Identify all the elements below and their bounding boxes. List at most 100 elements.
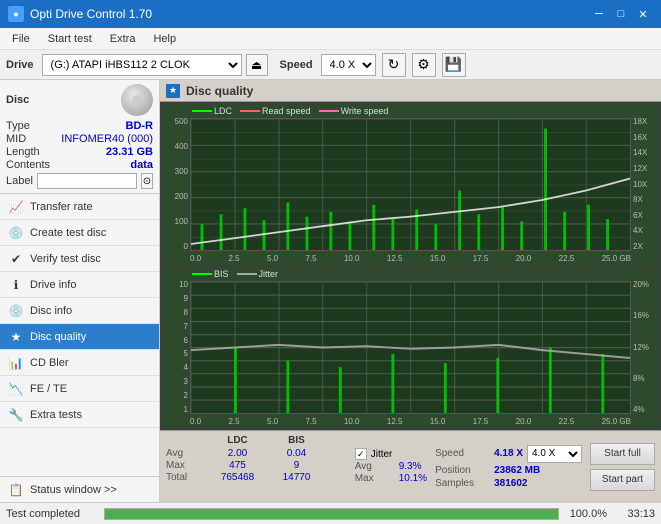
chart2-area bbox=[190, 281, 631, 414]
chart1-y-left: 500 400 300 200 100 0 bbox=[162, 118, 190, 251]
speed-row: Speed 4.18 X 4.0 X bbox=[435, 445, 582, 463]
sidebar-label-disc-quality: Disc quality bbox=[30, 331, 86, 343]
bis-legend: BIS bbox=[192, 269, 229, 279]
x1-0: 0.0 bbox=[190, 254, 201, 263]
extra-tests-icon: 🔧 bbox=[8, 407, 24, 423]
disc-label-input[interactable] bbox=[37, 173, 137, 189]
menu-help[interactable]: Help bbox=[145, 31, 184, 47]
sidebar-label-cd-bler: CD Bler bbox=[30, 357, 69, 369]
sidebar-item-extra-tests[interactable]: 🔧 Extra tests bbox=[0, 402, 159, 428]
x2-20: 20.0 bbox=[516, 417, 532, 426]
disc-info-panel: Disc Type BD-R MID INFOMER40 (000) Lengt… bbox=[0, 80, 159, 194]
sidebar-item-disc-info[interactable]: 💿 Disc info bbox=[0, 298, 159, 324]
menu-start-test[interactable]: Start test bbox=[40, 31, 100, 47]
chart2-legend: BIS Jitter bbox=[192, 269, 278, 279]
maximize-button[interactable]: □ bbox=[611, 5, 631, 23]
jitter-checkbox[interactable]: ✓ bbox=[355, 448, 367, 460]
start-part-button[interactable]: Start part bbox=[590, 469, 655, 491]
sidebar-item-drive-info[interactable]: ℹ Drive info bbox=[0, 272, 159, 298]
position-val: 23862 MB bbox=[494, 465, 540, 476]
sidebar-item-verify-test-disc[interactable]: ✔ Verify test disc bbox=[0, 246, 159, 272]
stats-empty-header bbox=[166, 435, 206, 446]
bis-color bbox=[192, 273, 212, 275]
write-label: Write speed bbox=[341, 106, 389, 116]
minimize-button[interactable]: ─ bbox=[589, 5, 609, 23]
avg-label: Avg bbox=[166, 448, 206, 459]
x1-20: 20.0 bbox=[516, 254, 532, 263]
y1r-6x: 6X bbox=[633, 212, 643, 220]
y1r-18x: 18X bbox=[633, 118, 647, 126]
y2-4: 4 bbox=[184, 364, 188, 372]
ldc-chart: LDC Read speed Write speed 500 400 30 bbox=[162, 104, 659, 265]
transfer-rate-icon: 📈 bbox=[8, 199, 24, 215]
settings-button[interactable]: ⚙ bbox=[412, 53, 436, 77]
speed-key: Speed bbox=[435, 448, 490, 459]
menu-file[interactable]: File bbox=[4, 31, 38, 47]
y2r-12: 12% bbox=[633, 344, 649, 352]
status-window-button[interactable]: 📋 Status window >> bbox=[0, 476, 159, 502]
y2-10: 10 bbox=[179, 281, 188, 289]
x1-10: 10.0 bbox=[344, 254, 360, 263]
bis-chart: BIS Jitter 10 9 8 7 6 5 4 3 bbox=[162, 267, 659, 428]
chart1-area bbox=[190, 118, 631, 251]
jitter-legend: Jitter bbox=[237, 269, 279, 279]
disc-type-row: Type BD-R bbox=[6, 120, 153, 132]
speed-dropdown[interactable]: 4.0 X bbox=[527, 445, 582, 463]
menu-extra[interactable]: Extra bbox=[102, 31, 144, 47]
disc-contents-label: Contents bbox=[6, 159, 50, 171]
sidebar-item-cd-bler[interactable]: 📊 CD Bler bbox=[0, 350, 159, 376]
close-button[interactable]: ✕ bbox=[633, 5, 653, 23]
speed-label: Speed bbox=[280, 59, 313, 71]
y1r-12x: 12X bbox=[633, 165, 647, 173]
y1-200: 200 bbox=[175, 193, 188, 201]
sidebar-item-transfer-rate[interactable]: 📈 Transfer rate bbox=[0, 194, 159, 220]
main-panel: ★ Disc quality LDC Read speed bbox=[160, 80, 661, 502]
sidebar-item-disc-quality[interactable]: ★ Disc quality bbox=[0, 324, 159, 350]
y1r-14x: 14X bbox=[633, 149, 647, 157]
disc-quality-icon: ★ bbox=[8, 329, 24, 345]
chart2-svg bbox=[191, 282, 630, 413]
refresh-button[interactable]: ↻ bbox=[382, 53, 406, 77]
y1-100: 100 bbox=[175, 218, 188, 226]
x2-10: 10.0 bbox=[344, 417, 360, 426]
y1r-10x: 10X bbox=[633, 181, 647, 189]
charts-area: LDC Read speed Write speed 500 400 30 bbox=[160, 102, 661, 430]
jitter-label-text: Jitter bbox=[371, 449, 393, 460]
chart1-legend: LDC Read speed Write speed bbox=[192, 106, 388, 116]
panel-title: Disc quality bbox=[186, 84, 253, 98]
disc-mid-row: MID INFOMER40 (000) bbox=[6, 133, 153, 145]
start-full-button[interactable]: Start full bbox=[590, 443, 655, 465]
ldc-color bbox=[192, 110, 212, 112]
y2r-8: 8% bbox=[633, 375, 645, 383]
disc-contents-row: Contents data bbox=[6, 159, 153, 171]
jitter-max-label: Max bbox=[355, 473, 395, 484]
eject-button[interactable]: ⏏ bbox=[246, 54, 268, 76]
sidebar-label-extra-tests: Extra tests bbox=[30, 409, 82, 421]
read-color bbox=[240, 110, 260, 112]
sidebar-label-disc-info: Disc info bbox=[30, 305, 72, 317]
verify-test-disc-icon: ✔ bbox=[8, 251, 24, 267]
sidebar-item-fe-te[interactable]: 📉 FE / TE bbox=[0, 376, 159, 402]
main-content: Disc Type BD-R MID INFOMER40 (000) Lengt… bbox=[0, 80, 661, 502]
x1-2.5: 2.5 bbox=[228, 254, 239, 263]
total-label: Total bbox=[166, 472, 206, 483]
disc-label-button[interactable]: ⊙ bbox=[141, 173, 153, 189]
drive-select[interactable]: (G:) ATAPI iHBS112 2 CLOK bbox=[42, 54, 242, 76]
app-icon: ● bbox=[8, 6, 24, 22]
max-bis: 9 bbox=[269, 460, 324, 471]
y1r-2x: 2X bbox=[633, 243, 643, 251]
chart2-y-right: 20% 16% 12% 8% 4% bbox=[631, 281, 659, 414]
menu-bar: File Start test Extra Help bbox=[0, 28, 661, 50]
x2-7.5: 7.5 bbox=[305, 417, 316, 426]
speed-select[interactable]: 4.0 X bbox=[321, 54, 376, 76]
bis-label: BIS bbox=[214, 269, 229, 279]
drive-bar: Drive (G:) ATAPI iHBS112 2 CLOK ⏏ Speed … bbox=[0, 50, 661, 80]
save-button[interactable]: 💾 bbox=[442, 53, 466, 77]
chart2-y-left: 10 9 8 7 6 5 4 3 2 1 bbox=[162, 281, 190, 414]
y1r-8x: 8X bbox=[633, 196, 643, 204]
position-key: Position bbox=[435, 465, 490, 476]
chart1-svg bbox=[191, 119, 630, 250]
disc-inner bbox=[132, 95, 142, 105]
progress-container bbox=[104, 508, 559, 520]
sidebar-item-create-test-disc[interactable]: 💿 Create test disc bbox=[0, 220, 159, 246]
